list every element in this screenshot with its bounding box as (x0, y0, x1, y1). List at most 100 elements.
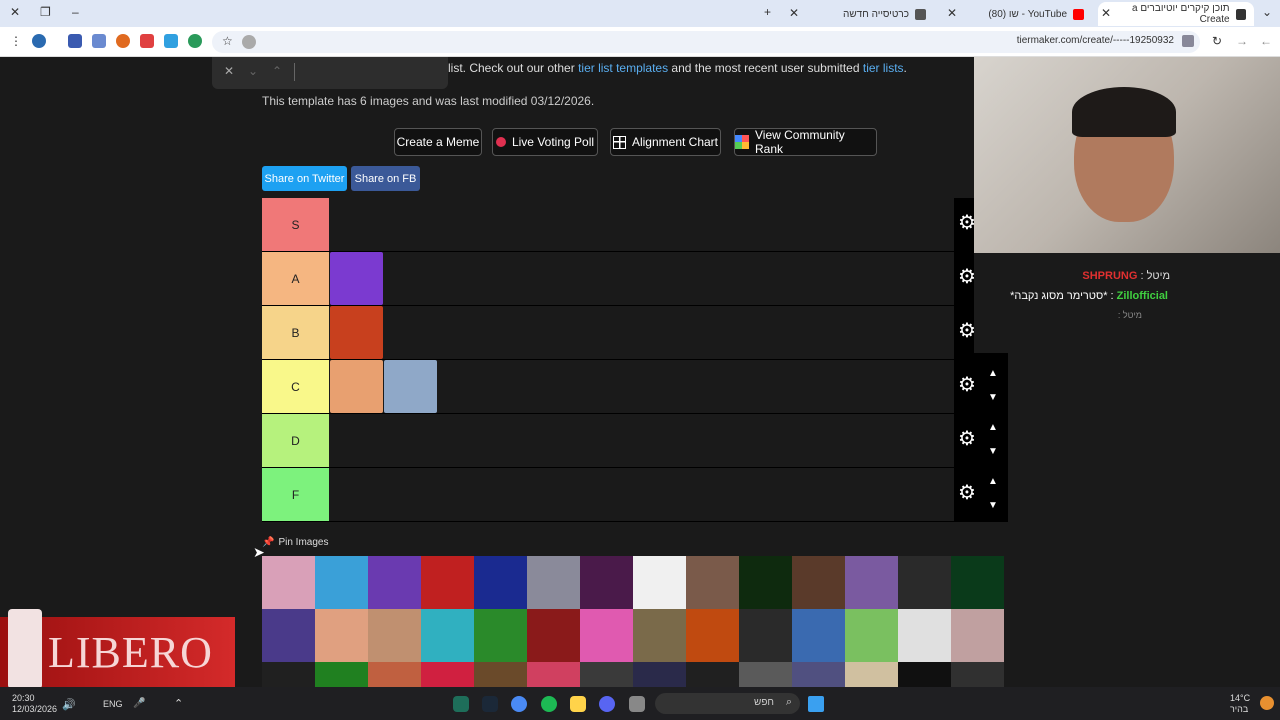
tier-item-image[interactable] (384, 360, 437, 413)
pool-image[interactable] (951, 662, 1004, 687)
tier-list-templates-link[interactable]: tier list templates (578, 61, 668, 75)
pool-image[interactable] (792, 556, 845, 609)
app-icon[interactable] (570, 696, 586, 712)
extension-icon[interactable] (116, 34, 130, 48)
steam-icon[interactable] (482, 696, 498, 712)
pool-image[interactable] (792, 609, 845, 662)
pool-image[interactable] (845, 609, 898, 662)
pool-image[interactable] (845, 662, 898, 687)
share-twitter-button[interactable]: Share on Twitter (262, 166, 347, 191)
site-settings-icon[interactable] (1182, 35, 1194, 47)
pool-image[interactable] (580, 609, 633, 662)
pool-image[interactable] (315, 556, 368, 609)
close-tab-icon[interactable]: ✕ (786, 6, 802, 20)
pool-image[interactable] (527, 662, 580, 687)
move-down-icon[interactable]: ▼ (988, 392, 998, 403)
extension-icon[interactable] (164, 34, 178, 48)
find-prev-icon[interactable]: ⌃ (272, 64, 282, 78)
pool-image[interactable] (580, 662, 633, 687)
pool-image[interactable] (527, 556, 580, 609)
pool-image[interactable] (792, 662, 845, 687)
pin-images-toggle[interactable]: 📌 Pin Images (262, 537, 328, 548)
extension-icon[interactable] (68, 34, 82, 48)
close-tab-icon[interactable]: ✕ (944, 6, 960, 20)
bookmark-star-icon[interactable]: ☆ (222, 34, 233, 48)
windows-start-icon[interactable] (808, 696, 824, 712)
menu-icon[interactable]: ⋮ (10, 34, 24, 48)
pool-image[interactable] (951, 609, 1004, 662)
tier-item-image[interactable] (330, 360, 383, 413)
tab-youtube[interactable]: YouTube - שו (80) ✕ (944, 2, 1092, 26)
extension-icon[interactable] (140, 34, 154, 48)
pool-image[interactable] (633, 556, 686, 609)
tier-label[interactable]: B (262, 306, 329, 359)
pool-image[interactable] (368, 609, 421, 662)
pool-image[interactable] (633, 609, 686, 662)
gear-icon[interactable]: ⚙ (958, 429, 978, 449)
mic-icon[interactable]: 🎤 (133, 698, 145, 709)
pool-image[interactable] (368, 556, 421, 609)
move-up-icon[interactable]: ▲ (988, 422, 998, 433)
app-icon[interactable] (453, 696, 469, 712)
share-fb-button[interactable]: Share on FB (351, 166, 420, 191)
pool-image[interactable] (421, 609, 474, 662)
move-down-icon[interactable]: ▼ (988, 446, 998, 457)
pool-image[interactable] (686, 662, 739, 687)
tab-search-icon[interactable]: ⌄ (1262, 5, 1272, 19)
pool-image[interactable] (898, 556, 951, 609)
gear-icon[interactable]: ⚙ (958, 375, 978, 395)
pool-image[interactable] (262, 609, 315, 662)
alignment-chart-button[interactable]: Alignment Chart (610, 128, 721, 156)
pool-image[interactable] (368, 662, 421, 687)
chrome-icon[interactable] (511, 696, 527, 712)
pool-image[interactable] (686, 556, 739, 609)
pool-image[interactable] (474, 662, 527, 687)
taskbar-search[interactable]: חפש ⌕ (655, 693, 800, 714)
pool-image[interactable] (474, 609, 527, 662)
tier-lists-link[interactable]: tier lists (863, 61, 904, 75)
find-next-icon[interactable]: ⌄ (248, 64, 258, 78)
extension-icon[interactable] (188, 34, 202, 48)
pool-image[interactable] (527, 609, 580, 662)
move-up-icon[interactable]: ▲ (988, 368, 998, 379)
minimize-window-icon[interactable]: – (72, 5, 79, 19)
tray-chevron-icon[interactable]: ⌃ (174, 697, 183, 710)
live-voting-poll-button[interactable]: Live Voting Poll (492, 128, 598, 156)
pool-image[interactable] (739, 662, 792, 687)
speaker-icon[interactable]: 🔊 (62, 698, 76, 711)
file-explorer-icon[interactable] (629, 696, 645, 712)
tier-label[interactable]: F (262, 468, 329, 521)
discord-icon[interactable] (599, 696, 615, 712)
pool-image[interactable] (845, 556, 898, 609)
pool-image[interactable] (315, 662, 368, 687)
pool-image[interactable] (474, 556, 527, 609)
tier-item-image[interactable] (330, 306, 383, 359)
reload-icon[interactable]: ↻ (1212, 34, 1222, 48)
language-indicator[interactable]: ENG (103, 699, 123, 709)
close-find-icon[interactable]: ✕ (224, 64, 234, 78)
tab-tiermaker[interactable]: תוכן קיקרים יוטיוברים a Create ✕ (1098, 2, 1254, 26)
view-community-rank-button[interactable]: View Community Rank (734, 128, 877, 156)
forward-icon[interactable]: → (1236, 34, 1248, 48)
move-down-icon[interactable]: ▼ (988, 500, 998, 511)
lens-icon[interactable] (242, 35, 256, 49)
pool-image[interactable] (686, 609, 739, 662)
pool-image[interactable] (421, 662, 474, 687)
pool-image[interactable] (580, 556, 633, 609)
pool-image[interactable] (262, 556, 315, 609)
spotify-icon[interactable] (541, 696, 557, 712)
pool-image[interactable] (951, 556, 1004, 609)
pool-image[interactable] (739, 609, 792, 662)
pool-image[interactable] (739, 556, 792, 609)
restore-window-icon[interactable]: ❐ (40, 5, 51, 19)
back-icon[interactable]: ← (1260, 34, 1272, 48)
tier-label[interactable]: C (262, 360, 329, 413)
tier-item-image[interactable] (330, 252, 383, 305)
pool-image[interactable] (315, 609, 368, 662)
pool-image[interactable] (633, 662, 686, 687)
pool-image[interactable] (898, 662, 951, 687)
new-tab-icon[interactable]: + (764, 5, 771, 19)
tab-new-tab[interactable]: כרטיסייה חדשה ✕ (786, 2, 934, 26)
create-meme-button[interactable]: Create a Meme (394, 128, 482, 156)
close-window-icon[interactable]: ✕ (10, 5, 20, 19)
